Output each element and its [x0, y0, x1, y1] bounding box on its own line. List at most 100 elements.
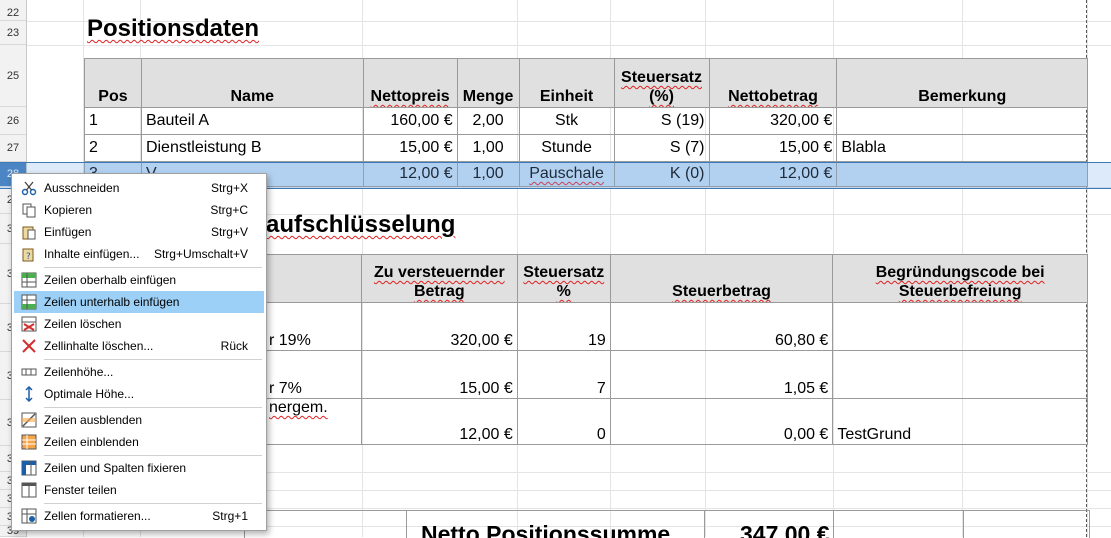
section-title-tax: aufschlüsselung — [266, 211, 456, 238]
menu-item-insert-rows-above[interactable]: Zeilen oberhalb einfügen — [14, 269, 264, 291]
optimal-height-icon — [14, 386, 44, 402]
cell[interactable]: 12,00 € — [360, 398, 518, 445]
cell[interactable]: 15,00 € — [362, 134, 458, 162]
menu-item-show-rows[interactable]: Zeilen einblenden — [14, 431, 264, 453]
cell[interactable]: 19 — [516, 302, 611, 351]
menu-item-label: Fenster teilen — [44, 483, 117, 497]
table-header: Pos — [84, 58, 142, 108]
scissors-icon — [14, 180, 44, 196]
cell[interactable]: 2,00 — [456, 107, 520, 135]
context-menu[interactable]: Ausschneiden Strg+X Kopieren Strg+C Einf… — [11, 173, 267, 531]
cell[interactable]: 1 — [84, 107, 142, 135]
cell[interactable]: Pauschale — [518, 161, 615, 187]
split-window-icon — [14, 482, 44, 498]
menu-item-hide-rows[interactable]: Zeilen ausblenden — [14, 409, 264, 431]
row-number[interactable]: 22 — [0, 5, 26, 21]
cell[interactable]: 2 — [84, 134, 142, 162]
cell[interactable]: r 19% — [264, 302, 362, 351]
cell[interactable]: 60,80 € — [609, 302, 834, 351]
row-height-icon — [14, 364, 44, 380]
cell[interactable]: 15,00 € — [708, 134, 838, 162]
cell[interactable]: S (19) — [613, 107, 710, 135]
cell[interactable]: 1,00 — [456, 134, 520, 162]
menu-item-paste-special[interactable]: ? Inhalte einfügen... Strg+Umschalt+V — [14, 243, 264, 265]
menu-item-label: Zeilen löschen — [44, 317, 122, 331]
table-header: Name — [140, 58, 364, 108]
totals-row: Netto Positionssumme 347,00 € — [244, 510, 1090, 538]
cell[interactable]: Blabla — [836, 134, 1088, 162]
menu-item-freeze[interactable]: Zeilen und Spalten fixieren — [14, 457, 264, 479]
menu-shortcut: Strg+1 — [212, 509, 248, 523]
cell[interactable]: 12,00 € — [708, 161, 838, 187]
menu-item-label: Zellen formatieren... — [44, 509, 151, 523]
menu-shortcut: Strg+V — [210, 225, 248, 239]
table-row[interactable]: r 19% 320,00 € 19 60,80 € — [264, 302, 1088, 351]
table-row[interactable]: 1 Bauteil A 160,00 € 2,00 Stk S (19) 320… — [84, 107, 1088, 135]
cell[interactable]: Bauteil A — [140, 107, 364, 135]
menu-shortcut: Strg+C — [210, 203, 248, 217]
tax-table: Zu versteuernder Betrag Steuersatz % Ste… — [264, 254, 1088, 445]
table-header: Zu versteuernder Betrag — [360, 254, 518, 303]
delete-contents-icon — [14, 338, 44, 354]
cell[interactable]: K (0) — [613, 161, 710, 187]
cell[interactable]: Stk — [518, 107, 615, 135]
row-number[interactable]: 23 — [0, 21, 26, 45]
row-number[interactable]: 25 — [0, 45, 26, 107]
row-number[interactable]: 27 — [0, 135, 26, 162]
cell[interactable] — [836, 107, 1088, 135]
table-header: Steuerbetrag — [609, 254, 834, 303]
table-header — [264, 254, 362, 303]
menu-item-row-height[interactable]: Zeilenhöhe... — [14, 361, 264, 383]
cell[interactable]: 0,00 € — [609, 398, 834, 445]
menu-item-delete-rows[interactable]: Zeilen löschen — [14, 313, 264, 335]
cell[interactable]: Stunde — [518, 134, 615, 162]
menu-item-split-window[interactable]: Fenster teilen — [14, 479, 264, 501]
menu-item-optimal-height[interactable]: Optimale Höhe... — [14, 383, 264, 405]
cell[interactable]: 15,00 € — [360, 350, 518, 399]
cell[interactable]: 12,00 € — [362, 161, 458, 187]
table-row[interactable]: r 7% 15,00 € 7 1,05 € — [264, 350, 1088, 399]
menu-item-label: Optimale Höhe... — [44, 387, 135, 401]
menu-item-format-cells[interactable]: Zellen formatieren... Strg+1 — [14, 505, 264, 527]
table-header: Bemerkung — [836, 58, 1088, 108]
cell[interactable]: r 7% — [264, 350, 362, 399]
cell[interactable]: 1,05 € — [609, 350, 834, 399]
menu-item-insert-rows-below[interactable]: Zeilen unterhalb einfügen — [14, 291, 264, 313]
cell[interactable]: S (7) — [613, 134, 710, 162]
table-header: Steuersatz (%) — [613, 58, 710, 108]
table-header: Steuersatz % — [516, 254, 611, 303]
menu-item-paste[interactable]: Einfügen Strg+V — [14, 221, 264, 243]
menu-shortcut: Rück — [220, 339, 248, 353]
paste-icon — [14, 224, 44, 240]
cell[interactable]: 320,00 € — [708, 107, 838, 135]
hide-rows-icon — [14, 412, 44, 428]
insert-rows-below-icon — [14, 294, 44, 310]
table-row[interactable]: nergem. 12,00 € 0 0,00 € TestGrund — [264, 398, 1088, 445]
menu-item-clear-contents[interactable]: Zellinhalte löschen... Rück — [14, 335, 264, 357]
menu-item-label: Zeilen und Spalten fixieren — [44, 461, 187, 475]
menu-shortcut: Strg+Umschalt+V — [153, 247, 248, 261]
cell[interactable] — [832, 350, 1088, 399]
table-row[interactable]: 2 Dienstleistung B 15,00 € 1,00 Stunde S… — [84, 134, 1088, 162]
positions-table: Pos Name Nettopreis Menge Einheit Steuer… — [84, 58, 1088, 187]
cell[interactable]: 7 — [516, 350, 611, 399]
cell[interactable] — [836, 161, 1088, 187]
netto-label: Netto Positionssumme — [421, 521, 671, 538]
menu-item-label: Inhalte einfügen... — [44, 247, 140, 261]
cell[interactable]: 1,00 — [456, 161, 520, 187]
cell[interactable] — [832, 302, 1088, 351]
cell[interactable]: 0 — [516, 398, 611, 445]
svg-text:?: ? — [26, 252, 31, 262]
row-number[interactable]: 26 — [0, 107, 26, 135]
cell[interactable]: nergem. — [264, 398, 362, 445]
menu-item-label: Kopieren — [44, 203, 93, 217]
cell[interactable]: Dienstleistung B — [140, 134, 364, 162]
cell[interactable]: TestGrund — [832, 398, 1088, 445]
menu-item-label: Zeilen einblenden — [44, 435, 139, 449]
cell[interactable]: 320,00 € — [360, 302, 518, 351]
cell[interactable]: 160,00 € — [362, 107, 458, 135]
menu-item-copy[interactable]: Kopieren Strg+C — [14, 199, 264, 221]
menu-item-cut[interactable]: Ausschneiden Strg+X — [14, 177, 264, 199]
menu-shortcut: Strg+X — [210, 181, 248, 195]
menu-item-label: Zeilen unterhalb einfügen — [44, 295, 180, 309]
